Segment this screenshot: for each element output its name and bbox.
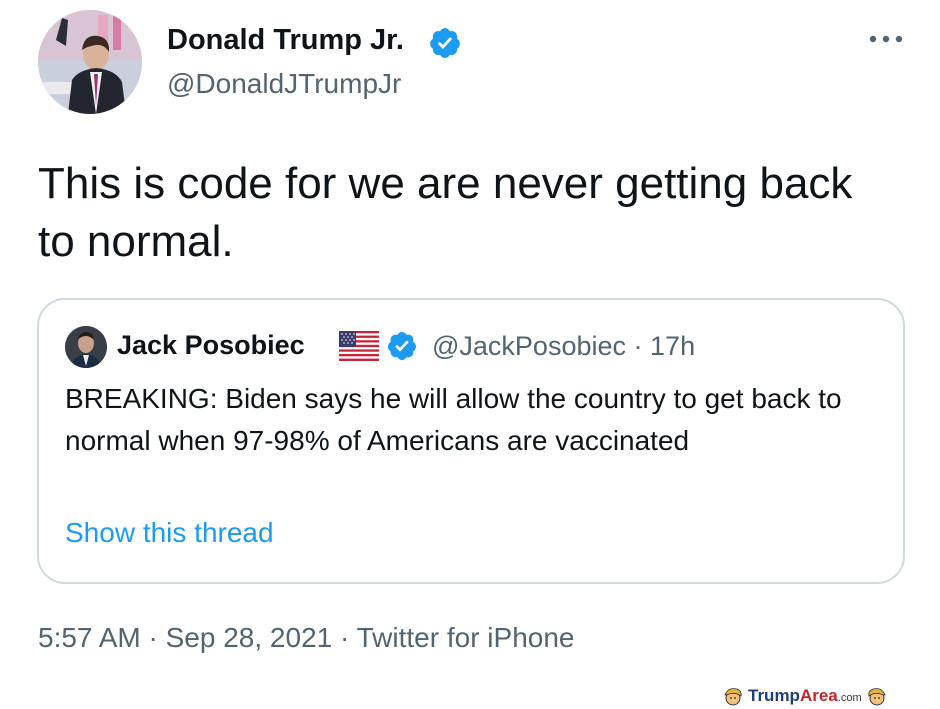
author-avatar[interactable]: [38, 10, 142, 114]
quote-author-avatar[interactable]: [65, 326, 107, 368]
us-flag-icon: [339, 331, 379, 361]
verified-badge-icon: [430, 28, 460, 58]
author-handle[interactable]: @DonaldJTrumpJr: [167, 68, 401, 100]
author-photo: [38, 10, 142, 114]
trump-face-right-icon: [868, 688, 886, 706]
author-name[interactable]: Donald Trump Jr.: [167, 24, 404, 57]
tweet-source[interactable]: Twitter for iPhone: [357, 622, 575, 653]
watermark-logo: TrumpArea.com: [722, 684, 936, 708]
trump-face-left-icon: [724, 688, 742, 706]
quote-text: BREAKING: Biden says he will allow the c…: [65, 383, 842, 456]
tweet-time[interactable]: 5:57 AM: [38, 622, 141, 653]
quote-author-handle[interactable]: @JackPosobiec: [432, 331, 626, 361]
quote-separator: ·: [633, 331, 643, 361]
more-options-button[interactable]: [866, 24, 906, 54]
meta-separator: ·: [340, 622, 350, 653]
show-thread-link[interactable]: Show this thread: [65, 517, 274, 549]
meta-separator: ·: [148, 622, 158, 653]
quote-timestamp[interactable]: 17h: [650, 331, 695, 361]
quote-handle-time: @JackPosobiec · 17h: [432, 331, 695, 362]
tweet-date[interactable]: Sep 28, 2021: [166, 622, 333, 653]
more-horizontal-icon: [869, 35, 903, 43]
watermark-text: TrumpArea.com: [748, 686, 862, 705]
tweet-meta: 5:57 AM · Sep 28, 2021 · Twitter for iPh…: [38, 622, 574, 654]
tweet-text: This is code for we are never getting ba…: [38, 159, 853, 266]
quote-verified-badge-icon: [387, 332, 416, 360]
quote-author-name[interactable]: Jack Posobiec: [117, 330, 305, 361]
quote-author-photo: [65, 326, 107, 368]
